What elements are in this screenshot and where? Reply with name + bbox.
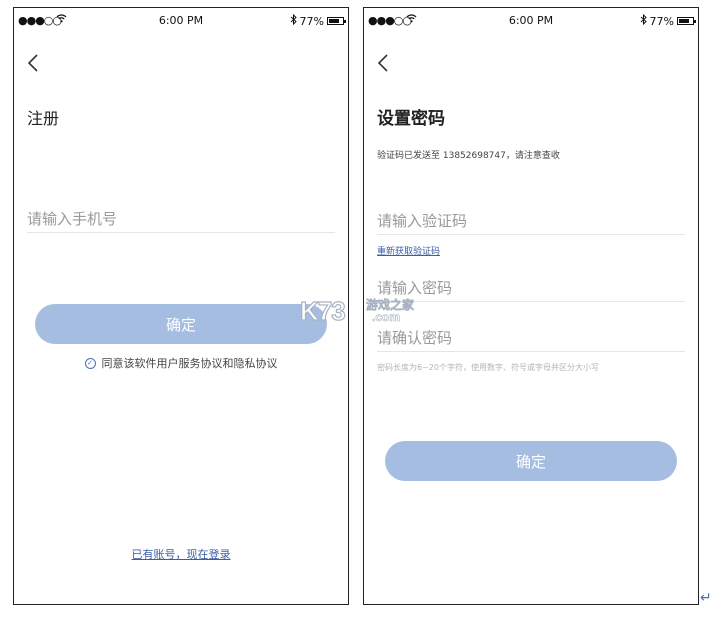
register-screen: ●●●○○ 6:00 PM 77% 注册 确定 ✓ 同意该软件用户服务协议和隐私… (13, 7, 349, 605)
status-bar: ●●●○○ 6:00 PM 77% (18, 13, 346, 28)
back-chevron-icon[interactable] (24, 52, 44, 74)
back-chevron-icon[interactable] (374, 52, 394, 74)
page-title: 设置密码 (377, 109, 445, 129)
phone-input[interactable] (27, 207, 335, 231)
page-title: 注册 (27, 109, 60, 128)
battery-percent: 77% (649, 14, 674, 28)
check-circle-icon[interactable]: ✓ (84, 357, 96, 369)
agreement-text[interactable]: 同意该软件用户服务协议和隐私协议 (102, 355, 278, 371)
bluetooth-icon (290, 13, 297, 28)
battery-percent: 77% (299, 14, 324, 28)
bluetooth-icon (640, 13, 647, 28)
k73-watermark: K73 游戏之家 .com (299, 295, 430, 332)
status-bar: ●●●○○ 6:00 PM 77% (368, 13, 696, 28)
confirm-button[interactable]: 确定 (385, 441, 677, 481)
phone-field-row (27, 207, 335, 233)
watermark-logo: K73 (299, 295, 346, 326)
code-field-row (377, 209, 685, 235)
resend-code-link[interactable]: 重新获取验证码 (377, 244, 440, 257)
verification-code-input[interactable] (377, 209, 685, 233)
password-hint: 密码长度为6~20个字符，使用数字、符号或字母并区分大小写 (377, 363, 599, 372)
battery-icon (327, 17, 346, 25)
agreement-row: ✓ 同意该软件用户服务协议和隐私协议 (14, 355, 348, 371)
code-sent-notice: 验证码已发送至 13852698747，请注意查收 (377, 151, 560, 161)
watermark-domain: .com (372, 310, 401, 325)
battery-icon (677, 17, 696, 25)
return-arrow-icon: ↵ (700, 590, 712, 606)
confirm-button[interactable]: 确定 (35, 304, 327, 344)
login-link[interactable]: 已有账号，现在登录 (14, 546, 348, 562)
